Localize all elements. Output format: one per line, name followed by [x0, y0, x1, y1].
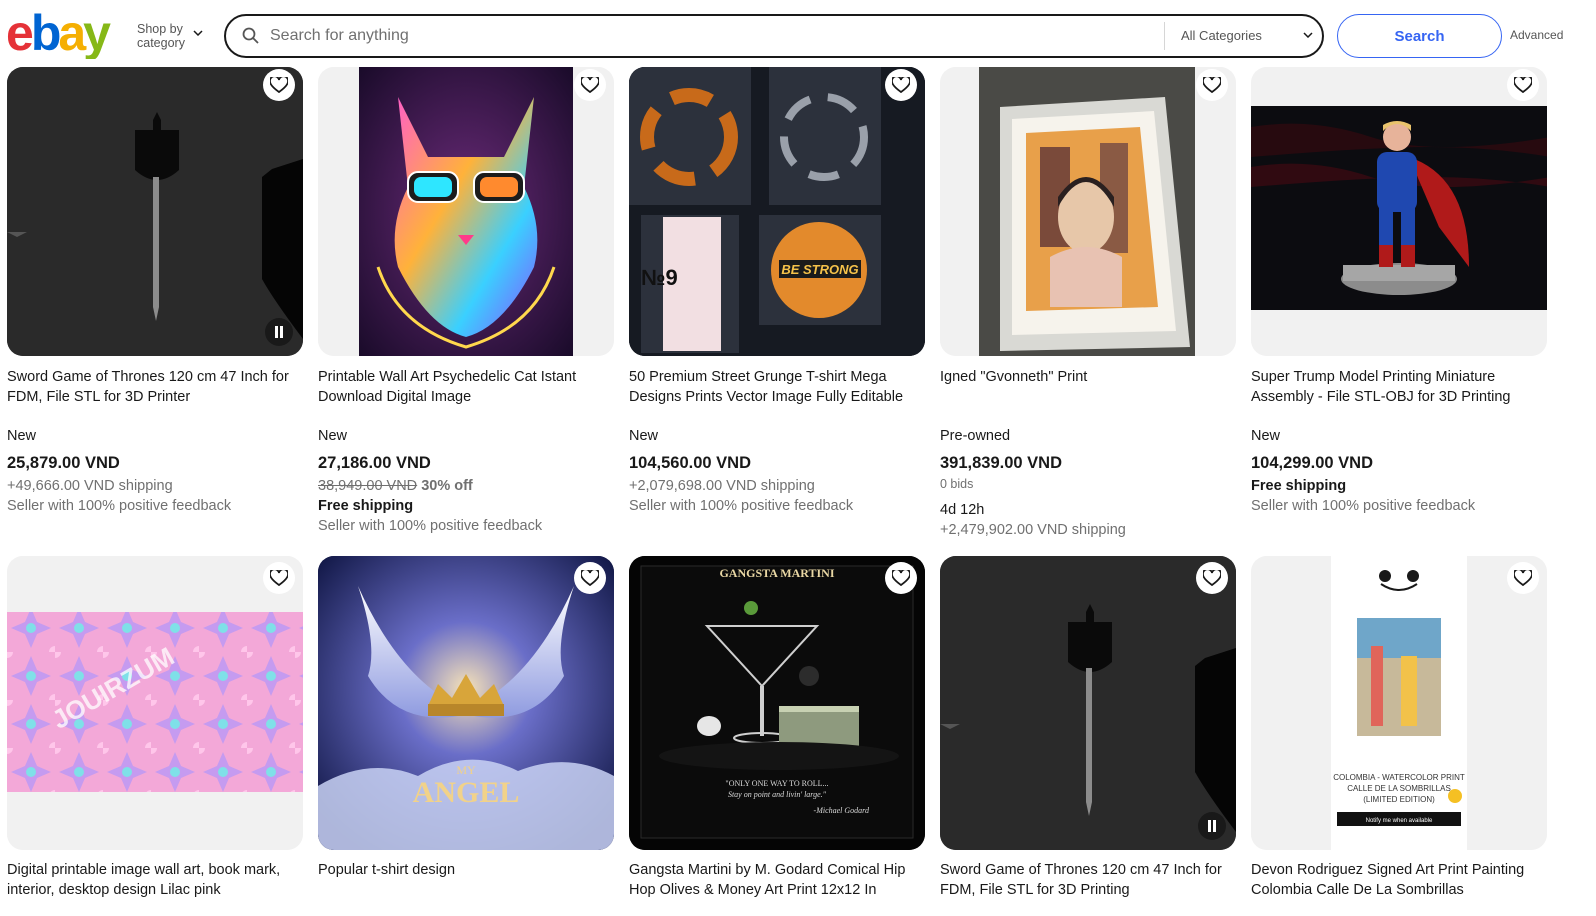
discount-badge: 30% off [421, 478, 473, 494]
art-quote: "ONLY ONE WAY TO ROLL... [725, 779, 828, 788]
chevron-down-icon [193, 30, 203, 36]
seller-feedback: Seller with 100% positive feedback [1251, 498, 1476, 514]
listing-price: 104,560.00 VND [629, 454, 752, 472]
listing-shipping: Free shipping [1251, 478, 1347, 494]
listing-title[interactable]: Popular t-shirt design [318, 861, 618, 881]
listing-price: 391,839.00 VND [940, 454, 1063, 472]
original-price: 38,949.00 VND [318, 478, 418, 494]
watchlist-heart-icon[interactable] [1507, 69, 1539, 101]
listing-title[interactable]: Digital printable image wall art, book m… [7, 861, 307, 900]
listing-condition: New [629, 428, 659, 444]
art-caption-1: COLOMBIA - WATERCOLOR PRINT [1333, 773, 1465, 782]
listing-title[interactable]: Super Trump Model Printing Miniature Ass… [1251, 368, 1551, 407]
listing-image[interactable]: №9 BE STRONG [629, 67, 925, 356]
art-caption-3: (LIMITED EDITION) [1363, 795, 1435, 804]
header: ebay Shop by category All Categories Sea… [0, 0, 1596, 67]
divider [1164, 22, 1165, 50]
art-quote-2: Stay on point and livin' large." [728, 790, 827, 799]
listing-image[interactable]: GANGSTA MARTINI "ONLY ONE WAY TO ROLL...… [629, 556, 925, 850]
seller-feedback: Seller with 100% positive feedback [7, 498, 232, 514]
search-input[interactable] [270, 22, 1150, 50]
watchlist-heart-icon[interactable] [885, 562, 917, 594]
listing-title[interactable]: Devon Rodriguez Signed Art Print Paintin… [1251, 861, 1551, 900]
watchlist-heart-icon[interactable] [574, 562, 606, 594]
category-select[interactable]: All Categories [1181, 16, 1323, 56]
listing-price: 104,299.00 VND [1251, 454, 1374, 472]
watchlist-heart-icon[interactable] [1196, 562, 1228, 594]
watchlist-heart-icon[interactable] [263, 69, 295, 101]
search-icon [242, 27, 259, 44]
advanced-search-link[interactable]: Advanced [1510, 28, 1563, 42]
watchlist-heart-icon[interactable] [885, 69, 917, 101]
watchlist-heart-icon[interactable] [574, 69, 606, 101]
art-title: GANGSTA MARTINI [719, 566, 834, 580]
search-button[interactable]: Search [1337, 14, 1502, 58]
listing-title[interactable]: 50 Premium Street Grunge T-shirt Mega De… [629, 368, 929, 407]
svg-text:№9: №9 [641, 265, 678, 290]
listing-condition: New [1251, 428, 1281, 444]
watchlist-heart-icon[interactable] [263, 562, 295, 594]
watchlist-heart-icon[interactable] [1196, 69, 1228, 101]
chevron-down-icon [1303, 32, 1313, 38]
listing-title[interactable]: Sword Game of Thrones 120 cm 47 Inch for… [7, 368, 307, 407]
listing-shipping: +2,479,902.00 VND shipping [940, 522, 1126, 538]
svg-text:ebay: ebay [6, 9, 111, 59]
listing-image[interactable] [1251, 67, 1547, 356]
bid-count: 0 bids [940, 477, 974, 491]
art-signature: -Michael Godard [814, 806, 870, 815]
listing-image[interactable] [318, 67, 614, 356]
video-pause-icon[interactable] [265, 318, 293, 346]
listing-image[interactable] [940, 556, 1236, 850]
listing-shipping: +2,079,698.00 VND shipping [629, 478, 815, 494]
listing-price: 27,186.00 VND [318, 454, 431, 472]
original-price-row: 38,949.00 VND 30% off [318, 478, 473, 494]
listing-image[interactable]: JOUIRZUM [7, 556, 303, 850]
listing-image[interactable] [7, 67, 303, 356]
seller-feedback: Seller with 100% positive feedback [629, 498, 854, 514]
shop-by-category[interactable]: Shop by category [137, 22, 203, 50]
search-bar: All Categories [224, 14, 1324, 58]
art-caption-2: CALLE DE LA SOMBRILLAS [1347, 784, 1451, 793]
listing-price: 25,879.00 VND [7, 454, 120, 472]
listing-image[interactable] [940, 67, 1236, 356]
listing-title[interactable]: Igned "Gvonneth" Print [940, 368, 1240, 388]
listing-title[interactable]: Gangsta Martini by M. Godard Comical Hip… [629, 861, 929, 900]
listing-image[interactable]: COLOMBIA - WATERCOLOR PRINT CALLE DE LA … [1251, 556, 1547, 850]
art-button-text: Notify me when available [1366, 818, 1433, 824]
listing-title[interactable]: Printable Wall Art Psychedelic Cat Istan… [318, 368, 618, 407]
watchlist-heart-icon[interactable] [1507, 562, 1539, 594]
listing-condition: New [7, 428, 37, 444]
listing-title[interactable]: Sword Game of Thrones 120 cm 47 Inch for… [940, 861, 1240, 900]
art-small-text: MY [456, 763, 476, 777]
video-pause-icon[interactable] [1198, 812, 1226, 840]
listing-condition: Pre-owned [940, 428, 1011, 444]
listing-image[interactable]: MY ANGEL [318, 556, 614, 850]
listing-shipping: +49,666.00 VND shipping [7, 478, 173, 494]
seller-feedback: Seller with 100% positive feedback [318, 518, 543, 534]
ebay-logo[interactable]: ebay [6, 9, 124, 59]
listing-shipping: Free shipping [318, 498, 414, 514]
art-text: BE STRONG [781, 262, 858, 277]
time-left: 4d 12h [940, 502, 985, 518]
listing-condition: New [318, 428, 348, 444]
art-text: ANGEL [413, 776, 520, 809]
